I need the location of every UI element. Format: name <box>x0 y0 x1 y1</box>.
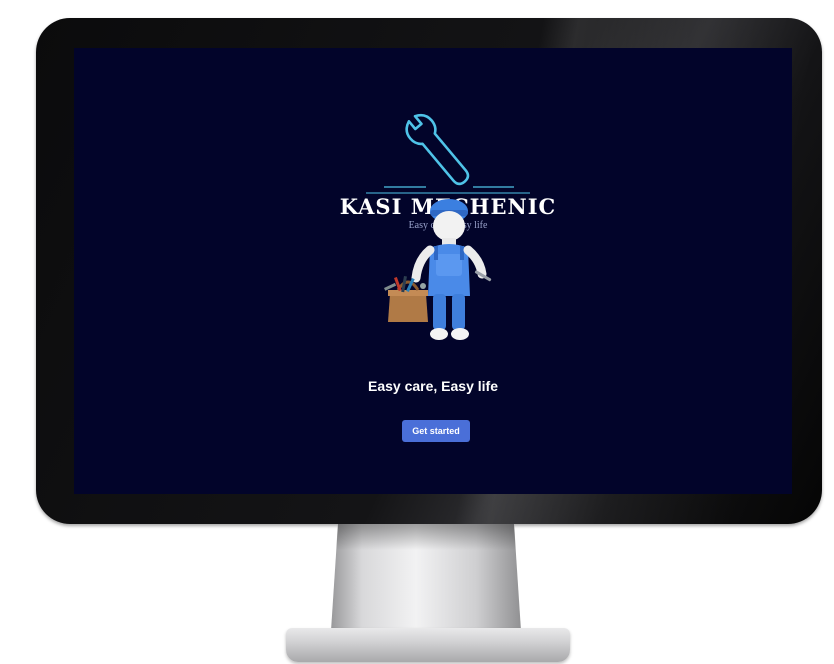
hero-tagline: Easy care, Easy life <box>368 378 498 394</box>
get-started-button[interactable]: Get started <box>402 420 470 442</box>
monitor-stand-base <box>286 628 570 662</box>
wrench-icon <box>366 113 530 194</box>
app-screen: KASI MECHENIC Easy care, Easy life <box>74 48 792 494</box>
monitor-stand-shadow <box>336 524 516 550</box>
mechanic-illustration <box>384 199 492 340</box>
